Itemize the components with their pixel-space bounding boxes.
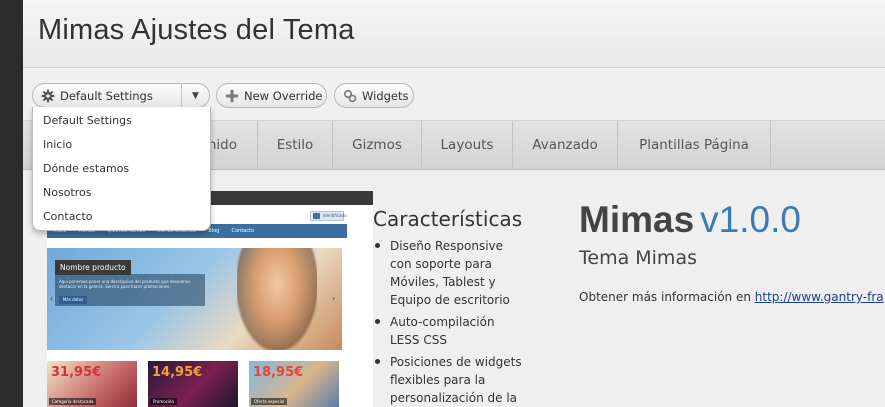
info-text: Obtener más información en — [579, 290, 755, 304]
page-header: Mimas Ajustes del Tema — [23, 0, 885, 68]
tab-gizmos[interactable]: Gizmos — [333, 121, 422, 169]
new-override-label: New Override — [244, 88, 323, 103]
preview-thumb: 14,95€ Promoción — [148, 361, 238, 407]
theme-version: v1.0.0 — [700, 199, 801, 240]
preview-thumb: 18,95€ Oferta especial — [249, 361, 339, 407]
dropdown-item-donde-estamos[interactable]: Dónde estamos — [33, 157, 210, 181]
dropdown-item-nosotros[interactable]: Nosotros — [33, 181, 210, 205]
widgets-icon — [343, 89, 357, 103]
theme-brand: Mimas v1.0.0 — [579, 199, 801, 241]
preview-thumb: 31,95€ Categoria destacada — [47, 361, 137, 407]
chevron-down-icon[interactable]: ▼ — [181, 84, 209, 107]
new-override-button[interactable]: New Override — [216, 83, 327, 108]
settings-dropdown-menu: Default Settings Inicio Dónde estamos No… — [32, 107, 211, 231]
features-section: Características Diseño Responsive con so… — [373, 207, 523, 407]
features-list: Diseño Responsive con soporte para Móvil… — [373, 237, 523, 407]
widgets-label: Widgets — [362, 88, 409, 103]
chevron-left-icon: ‹ — [50, 294, 54, 303]
tab-avanzado[interactable]: Avanzado — [513, 121, 618, 169]
left-sidebar-strip — [0, 0, 23, 407]
page-title: Mimas Ajustes del Tema — [38, 14, 355, 46]
dropdown-item-contacto[interactable]: Contacto — [33, 205, 210, 229]
list-item: Diseño Responsive con soporte para Móvil… — [373, 237, 523, 309]
preview-slider: Nombre producto Aqui ponemos poner una d… — [47, 248, 342, 350]
slider-button: Más datos — [59, 296, 87, 304]
tab-estilo[interactable]: Estilo — [258, 121, 333, 169]
slider-title: Nombre producto — [55, 260, 131, 275]
theme-subtitle: Tema Mimas — [579, 247, 697, 269]
list-item: Posiciones de widgets flexibles para la … — [373, 353, 523, 407]
plus-icon — [225, 89, 239, 103]
widgets-button[interactable]: Widgets — [334, 83, 414, 108]
theme-name: Mimas — [579, 199, 695, 240]
slider-text: Aqui ponemos poner una descripcion del p… — [59, 279, 191, 289]
gear-icon — [41, 89, 55, 103]
preview-login-button: Identificado — [310, 211, 347, 221]
dropdown-item-default-settings[interactable]: Default Settings — [33, 109, 210, 133]
list-item: Auto-compilación LESS CSS — [373, 313, 523, 349]
slider-photo — [237, 248, 317, 350]
info-line: Obtener más información en http://www.ga… — [579, 290, 884, 304]
features-title: Características — [373, 207, 523, 231]
gantry-link[interactable]: http://www.gantry-fra — [755, 290, 884, 304]
settings-select-label: Default Settings — [60, 88, 153, 103]
settings-select-button[interactable]: Default Settings ▼ — [32, 83, 210, 108]
tab-layouts[interactable]: Layouts — [422, 121, 513, 169]
dropdown-item-inicio[interactable]: Inicio — [33, 133, 210, 157]
tab-plantillas-pagina[interactable]: Plantillas Página — [618, 121, 771, 169]
chevron-right-icon: › — [332, 294, 336, 303]
